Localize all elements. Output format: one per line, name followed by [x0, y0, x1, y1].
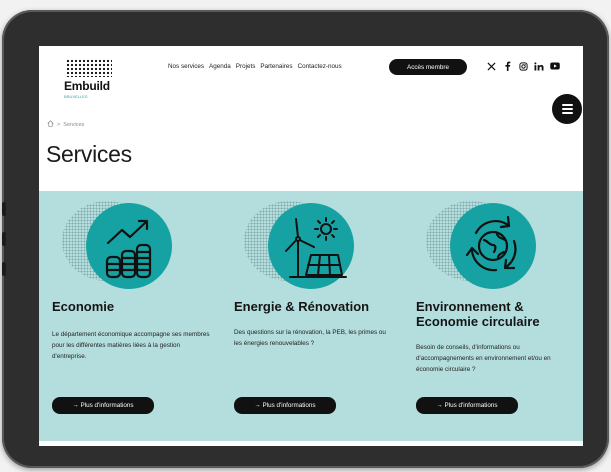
card-description: Des questions sur la rénovation, la PEB,…	[234, 329, 386, 348]
facebook-icon[interactable]	[502, 61, 512, 71]
tablet-side-button	[2, 202, 6, 216]
card-description: Le département économique accompagne ses…	[52, 331, 210, 361]
member-access-button[interactable]: Accès membre	[389, 59, 467, 75]
more-info-button[interactable]: → Plus d'informations	[416, 397, 518, 414]
logo-name: Embuild	[64, 79, 110, 93]
service-card-economie: Economie Le département économique accom…	[52, 191, 222, 441]
tablet-frame: Embuild BRUXELLES Nos services Agenda Pr…	[2, 10, 609, 468]
youtube-icon[interactable]	[550, 61, 560, 71]
more-info-button[interactable]: → Plus d'informations	[52, 397, 154, 414]
breadcrumb: > Services	[47, 120, 84, 129]
card-title: Environnement & Economie circulaire	[416, 299, 540, 329]
service-card-environnement: Environnement & Economie circulaire Beso…	[416, 191, 583, 441]
breadcrumb-current: Services	[63, 121, 85, 128]
more-info-button[interactable]: → Plus d'informations	[234, 397, 336, 414]
card-description: Besoin de conseils, d'informations ou d'…	[416, 344, 551, 374]
recycle-globe-icon	[450, 203, 536, 289]
nav-item-services[interactable]: Nos services	[168, 63, 204, 70]
nav-item-partenaires[interactable]: Partenaires	[260, 63, 292, 70]
main-nav: Nos services Agenda Projets Partenaires …	[168, 63, 342, 70]
website-screen: Embuild BRUXELLES Nos services Agenda Pr…	[39, 46, 583, 446]
nav-item-agenda[interactable]: Agenda	[209, 63, 231, 70]
nav-item-projets[interactable]: Projets	[236, 63, 256, 70]
home-icon[interactable]	[47, 120, 54, 129]
card-title: Economie	[52, 299, 115, 314]
tablet-side-button	[2, 232, 6, 246]
breadcrumb-separator: >	[57, 121, 61, 128]
card-title: Energie & Rénovation	[234, 299, 370, 314]
social-links	[486, 61, 560, 71]
embuild-logo[interactable]: Embuild BRUXELLES	[64, 59, 116, 99]
logo-dot-grid-icon	[66, 59, 112, 77]
instagram-icon[interactable]	[518, 61, 528, 71]
logo-subtitle: BRUXELLES	[64, 94, 88, 99]
hamburger-menu-button[interactable]	[552, 94, 582, 124]
page-title: Services	[46, 141, 132, 167]
nav-item-contact[interactable]: Contactez-nous	[298, 63, 342, 70]
growth-coins-icon	[86, 203, 172, 289]
linkedin-icon[interactable]	[534, 61, 544, 71]
service-card-energie: Energie & Rénovation Des questions sur l…	[234, 191, 404, 441]
x-icon[interactable]	[486, 61, 496, 71]
tablet-side-button	[2, 262, 6, 276]
wind-solar-icon	[268, 203, 354, 289]
services-band: Economie Le département économique accom…	[39, 191, 583, 441]
